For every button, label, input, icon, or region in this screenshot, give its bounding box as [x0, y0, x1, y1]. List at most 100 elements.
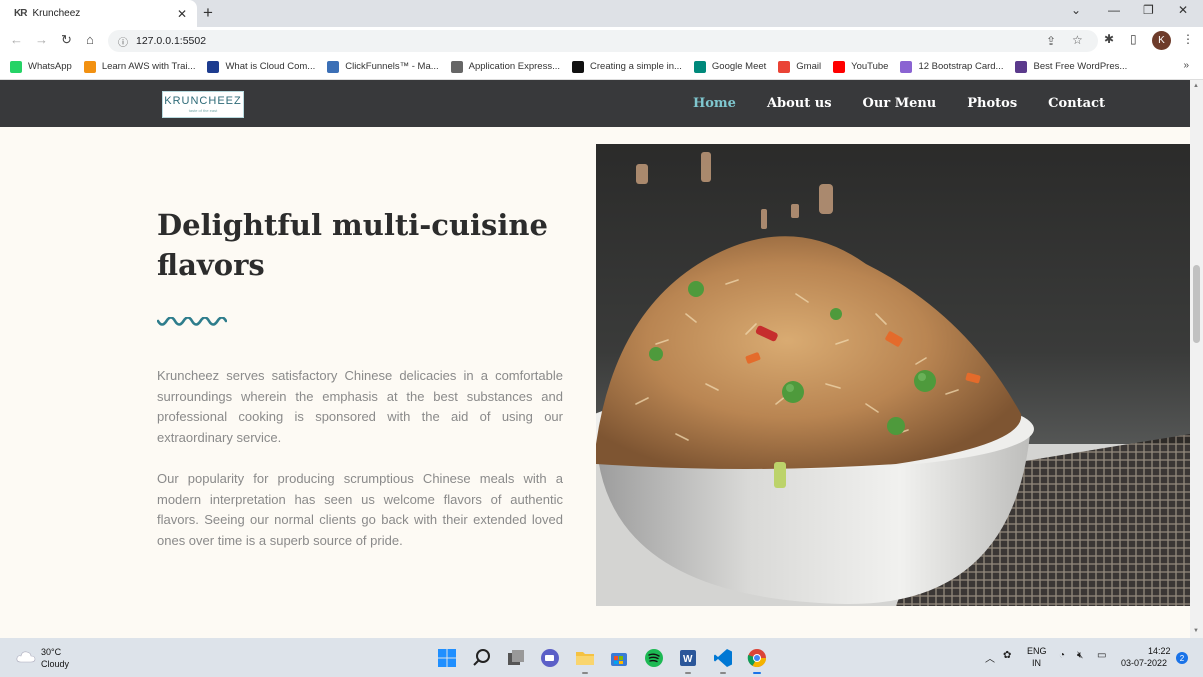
bookmark-label: WhatsApp: [28, 61, 72, 72]
bookmark-favicon-icon: [572, 60, 585, 73]
bookmarks-overflow-icon[interactable]: »: [1183, 60, 1189, 71]
logo-wordmark: KRUNCHEEZ: [164, 95, 242, 107]
scroll-thumb[interactable]: [1193, 265, 1200, 343]
scroll-down-icon[interactable]: ▼: [1193, 628, 1199, 634]
word-icon[interactable]: W: [677, 647, 699, 669]
bookmark-label: 12 Bootstrap Card...: [918, 61, 1004, 72]
file-explorer-icon[interactable]: [574, 647, 596, 669]
tab-close-icon[interactable]: ✕: [177, 7, 187, 21]
url-text: 127.0.0.1:5502: [136, 35, 207, 47]
profile-avatar[interactable]: K: [1152, 31, 1171, 50]
address-bar-row: ← → ↻ ⌂ ⓘ 127.0.0.1:5502 ⇪ ☆ ✱ ▯ ⋮: [0, 27, 1203, 54]
site-logo[interactable]: KRUNCHEEZ taste of the east: [162, 91, 244, 118]
windows-start-icon[interactable]: [436, 647, 458, 669]
close-window-icon[interactable]: ✕: [1178, 3, 1188, 17]
browser-tab-active[interactable]: KR Kruncheez ✕: [0, 0, 197, 27]
bookmark-item[interactable]: Learn AWS with Trai...: [83, 60, 196, 73]
bookmark-item[interactable]: Creating a simple in...: [572, 60, 682, 73]
file-explorer-indicator: [582, 672, 588, 674]
bookmark-favicon-icon: [10, 60, 22, 73]
bookmark-label: Google Meet: [711, 61, 767, 72]
nav-link-our-menu[interactable]: Our Menu: [863, 96, 937, 111]
bookmark-label: ClickFunnels™ - Ma...: [345, 61, 439, 72]
wifi-icon[interactable]: ◔: [1059, 650, 1065, 661]
forward-icon[interactable]: →: [35, 32, 48, 47]
bookmark-favicon-icon: [900, 60, 913, 73]
nav-link-home[interactable]: Home: [693, 96, 736, 111]
bookmark-item[interactable]: Gmail: [778, 60, 822, 73]
task-view-icon[interactable]: [505, 647, 527, 669]
weather-temperature: 30°C: [41, 647, 62, 657]
bookmark-favicon-icon: [207, 60, 220, 73]
nav-link-about-us[interactable]: About us: [767, 96, 832, 111]
bookmark-label: Creating a simple in...: [590, 61, 682, 72]
tab-title: Kruncheez: [32, 8, 81, 19]
extensions-icon[interactable]: ✱: [1104, 32, 1114, 46]
nav-link-contact[interactable]: Contact: [1048, 96, 1105, 111]
battery-icon[interactable]: ▭: [1097, 650, 1106, 661]
bookmark-item[interactable]: WhatsApp: [10, 60, 72, 73]
site-menu: Home About us Our Menu Photos Contact: [662, 80, 1105, 127]
bookmark-label: Application Express...: [468, 61, 561, 72]
browser-menu-icon[interactable]: ⋮: [1182, 32, 1194, 46]
scroll-up-icon[interactable]: ▲: [1193, 83, 1199, 89]
new-tab-button[interactable]: +: [203, 3, 213, 23]
restore-icon[interactable]: ❐: [1143, 3, 1154, 17]
bookmark-star-icon[interactable]: ☆: [1072, 33, 1083, 47]
minimize-icon[interactable]: —: [1108, 3, 1120, 17]
side-panel-icon[interactable]: ▯: [1130, 32, 1137, 46]
site-info-icon[interactable]: ⓘ: [118, 34, 128, 49]
search-icon[interactable]: [471, 647, 493, 669]
tab-search-icon[interactable]: ⌄: [1071, 3, 1081, 17]
bookmark-item[interactable]: ClickFunnels™ - Ma...: [327, 60, 439, 73]
popularity-paragraph: Our popularity for producing scrumptious…: [157, 471, 563, 548]
bookmark-item[interactable]: YouTube: [833, 60, 889, 73]
page-viewport: KRUNCHEEZ taste of the east Home About us…: [0, 80, 1190, 638]
weather-condition: Cloudy: [41, 659, 70, 669]
hero-title: Delightful multi-cuisine flavors: [157, 208, 548, 282]
clock-time[interactable]: 14:22: [1148, 646, 1171, 656]
tray-chevron-icon[interactable]: ︿: [985, 650, 995, 665]
intro-paragraph: Kruncheez serves satisfactory Chinese de…: [157, 368, 563, 445]
bookmark-label: Gmail: [796, 61, 822, 72]
region-indicator[interactable]: IN: [1032, 658, 1041, 668]
bookmark-favicon-icon: [327, 60, 340, 73]
chrome-indicator: [753, 672, 761, 674]
bookmark-label: Learn AWS with Trai...: [101, 61, 196, 72]
share-icon[interactable]: ⇪: [1046, 34, 1056, 48]
bookmark-label: YouTube: [851, 61, 889, 72]
bookmark-favicon-icon: [693, 60, 706, 73]
vscode-icon[interactable]: [712, 647, 734, 669]
tray-app-icon[interactable]: ✿: [1003, 650, 1011, 661]
chat-icon[interactable]: [539, 647, 561, 669]
bookmark-label: What is Cloud Com...: [225, 61, 316, 72]
bookmark-favicon-icon: [1015, 60, 1028, 73]
home-icon[interactable]: ⌂: [86, 32, 94, 47]
tab-favicon-icon: KR: [14, 8, 27, 19]
clock-date[interactable]: 03-07-2022: [1121, 658, 1167, 668]
fried-rice-photo: [596, 144, 1190, 606]
store-icon[interactable]: [608, 647, 630, 669]
url-input[interactable]: ⓘ 127.0.0.1:5502 ⇪ ☆: [108, 30, 1098, 52]
bookmark-item[interactable]: Best Free WordPres...: [1015, 60, 1127, 73]
page-scrollbar[interactable]: ▲ ▼: [1190, 80, 1203, 638]
volume-muted-icon[interactable]: 🔇︎: [1077, 650, 1083, 661]
site-navbar: KRUNCHEEZ taste of the east Home About us…: [0, 80, 1190, 127]
word-indicator: [685, 672, 691, 674]
svg-text:W: W: [683, 654, 693, 665]
cloud-icon: [16, 651, 36, 663]
bookmark-item[interactable]: What is Cloud Com...: [207, 60, 316, 73]
back-icon[interactable]: ←: [10, 32, 23, 47]
bookmark-item[interactable]: 12 Bootstrap Card...: [900, 60, 1004, 73]
vscode-indicator: [720, 672, 726, 674]
language-indicator[interactable]: ENG: [1027, 646, 1047, 656]
bookmarks-bar: WhatsApp Learn AWS with Trai... What is Cl…: [0, 54, 1203, 80]
nav-link-photos[interactable]: Photos: [967, 96, 1017, 111]
bookmark-item[interactable]: Application Express...: [450, 60, 561, 73]
chrome-icon[interactable]: [746, 647, 768, 669]
bookmark-item[interactable]: Google Meet: [693, 60, 767, 73]
notification-badge[interactable]: 2: [1176, 652, 1188, 664]
spotify-icon[interactable]: [643, 647, 665, 669]
reload-icon[interactable]: ↻: [61, 32, 72, 48]
windows-taskbar: 30°C Cloudy W ︿ ✿ ENG IN ◔ 🔇︎ ▭ 14:22 03…: [0, 638, 1203, 677]
